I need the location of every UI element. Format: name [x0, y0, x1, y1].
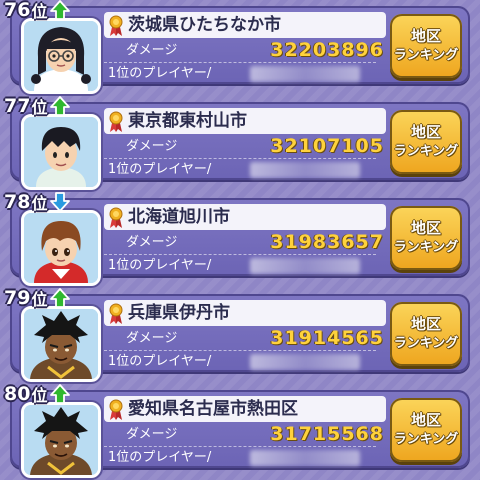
button-line1: 地区: [410, 123, 441, 141]
button-line2: ランキング: [393, 336, 459, 351]
avatar-boy-brown-hair[interactable]: [21, 210, 101, 286]
medal-icon: [109, 111, 123, 132]
button-line1: 地区: [410, 27, 441, 45]
medal-icon: [109, 207, 123, 228]
rank-number: 80: [4, 383, 31, 405]
medal-icon: [109, 399, 123, 420]
avatar-spiky-dark-character[interactable]: [21, 402, 101, 478]
area-ranking-button[interactable]: 地区 ランキング: [390, 110, 462, 174]
ranking-row-76: 76 位 茨城県ひたちなか市 ダメージ 32203896 1位のプレイヤー/ 地区…: [0, 0, 480, 94]
medal-icon: [109, 303, 123, 324]
damage-label: ダメージ: [126, 427, 178, 442]
rank-badge: 80 位: [4, 382, 71, 406]
up-arrow-icon: [50, 384, 71, 404]
damage-value: 32107105: [270, 135, 384, 157]
rank-badge: 77 位: [4, 94, 71, 118]
top-player-label: 1位のプレイヤー/: [108, 354, 212, 369]
damage-value: 31983657: [270, 231, 384, 253]
button-line2: ランキング: [393, 240, 459, 255]
up-arrow-icon: [50, 288, 71, 308]
rank-badge: 76 位: [4, 0, 71, 22]
ranking-row-80: 80 位 愛知県名古屋市熱田区 ダメージ 31715568 1位のプレイヤー/ 地…: [0, 382, 480, 478]
top-player-name-blurred: [250, 450, 360, 466]
avatar-spiky-dark-character[interactable]: [21, 306, 101, 382]
area-ranking-button[interactable]: 地区 ランキング: [390, 302, 462, 366]
top-player-name-blurred: [250, 258, 360, 274]
rank-suffix: 位: [31, 194, 48, 213]
top-player-label: 1位のプレイヤー/: [108, 450, 212, 465]
city-name: 東京都東村山市: [128, 111, 247, 131]
top-player-label: 1位のプレイヤー/: [108, 162, 212, 177]
medal-icon: [109, 15, 123, 36]
avatar-boy-black-hair[interactable]: [21, 114, 101, 190]
button-line1: 地区: [410, 219, 441, 237]
up-arrow-icon: [50, 96, 71, 116]
city-name: 愛知県名古屋市熱田区: [128, 399, 298, 419]
damage-value: 31914565: [270, 327, 384, 349]
button-line2: ランキング: [393, 432, 459, 447]
rank-suffix: 位: [31, 386, 48, 405]
top-player-name-blurred: [250, 354, 360, 370]
rank-number: 77: [4, 95, 31, 117]
rank-number: 78: [4, 191, 31, 213]
damage-label: ダメージ: [126, 139, 178, 154]
rank-suffix: 位: [31, 2, 48, 21]
area-ranking-button[interactable]: 地区 ランキング: [390, 206, 462, 270]
rank-badge: 79 位: [4, 286, 71, 310]
top-player-label: 1位のプレイヤー/: [108, 66, 212, 81]
area-ranking-button[interactable]: 地区 ランキング: [390, 14, 462, 78]
button-line2: ランキング: [393, 48, 459, 63]
city-name: 北海道旭川市: [128, 207, 230, 227]
rank-number: 79: [4, 287, 31, 309]
area-ranking-button[interactable]: 地区 ランキング: [390, 398, 462, 462]
up-arrow-icon: [50, 0, 71, 20]
damage-value: 32203896: [270, 39, 384, 61]
damage-value: 31715568: [270, 423, 384, 445]
damage-label: ダメージ: [126, 235, 178, 250]
city-name: 茨城県ひたちなか市: [128, 15, 281, 35]
damage-label: ダメージ: [126, 331, 178, 346]
ranking-row-79: 79 位 兵庫県伊丹市 ダメージ 31914565 1位のプレイヤー/ 地区 ラン…: [0, 286, 480, 382]
button-line1: 地区: [410, 411, 441, 429]
city-name: 兵庫県伊丹市: [128, 303, 230, 323]
button-line1: 地区: [410, 315, 441, 333]
avatar-girl-with-glasses[interactable]: [21, 18, 101, 94]
ranking-row-78: 78 位 北海道旭川市 ダメージ 31983657 1位のプレイヤー/ 地区 ラン…: [0, 190, 480, 286]
rank-suffix: 位: [31, 98, 48, 117]
button-line2: ランキング: [393, 144, 459, 159]
top-player-name-blurred: [250, 66, 360, 82]
rank-suffix: 位: [31, 290, 48, 309]
down-arrow-icon: [50, 192, 71, 212]
top-player-label: 1位のプレイヤー/: [108, 258, 212, 273]
damage-label: ダメージ: [126, 43, 178, 58]
ranking-row-77: 77 位 東京都東村山市 ダメージ 32107105 1位のプレイヤー/ 地区 ラ…: [0, 94, 480, 190]
top-player-name-blurred: [250, 162, 360, 178]
rank-badge: 78 位: [4, 190, 71, 214]
rank-number: 76: [4, 0, 31, 21]
